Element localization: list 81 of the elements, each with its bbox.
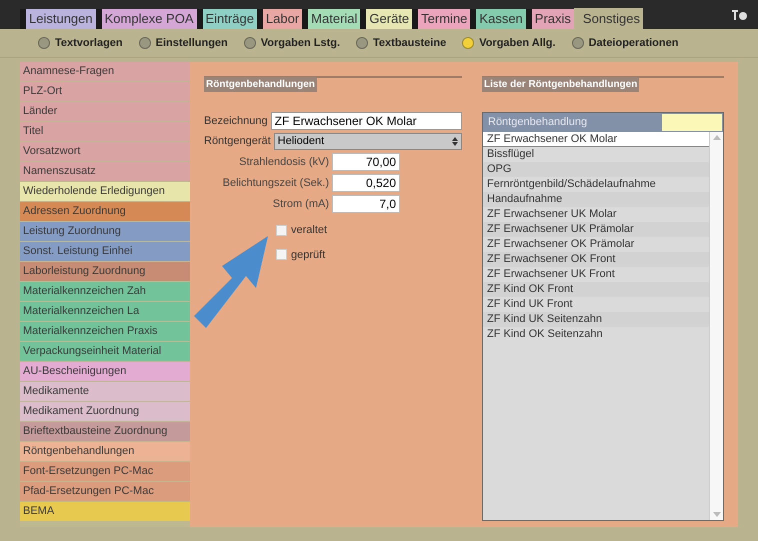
sidebar-item[interactable]: Adressen Zuordnung	[20, 202, 190, 221]
scrollbar[interactable]	[709, 132, 723, 520]
sidebar-item[interactable]: Laborleistung Zuordnung	[20, 262, 190, 281]
tab[interactable]: Labor	[256, 9, 302, 29]
radio-label[interactable]: Textbausteine	[373, 34, 446, 52]
radio-label[interactable]: Vorgaben Lstg.	[260, 34, 340, 52]
sidebar-item[interactable]: Vorsatzwort	[20, 142, 190, 161]
checkbox-label: geprüft	[291, 248, 326, 262]
list-row[interactable]: ZF Kind UK Seitenzahn	[483, 312, 709, 327]
sidebar-item[interactable]: Medikamente	[20, 382, 190, 401]
sidebar-item[interactable]: AU-Bescheinigungen	[20, 362, 190, 381]
sidebar-item[interactable]: Namenszusatz	[20, 162, 190, 181]
sidebar-item[interactable]: Sonst. Leistung Einhei	[20, 242, 190, 261]
sidebar-item[interactable]: Titel	[20, 122, 190, 141]
sidebar-item[interactable]: Brieftextbausteine Zuordnung	[20, 422, 190, 441]
tab[interactable]: Leistungen	[20, 9, 96, 29]
name-field[interactable]: ZF Erwachsener OK Molar	[270, 112, 462, 130]
radio-button[interactable]	[572, 37, 584, 49]
list-row[interactable]: ZF Erwachsener UK Prämolar	[483, 222, 709, 237]
field-label: Bezeichnung	[204, 114, 268, 129]
list-row[interactable]: ZF Kind UK Front	[483, 297, 709, 312]
radio-button[interactable]	[244, 37, 256, 49]
list-row[interactable]: ZF Kind OK Front	[483, 282, 709, 297]
field-label: Belichtungszeit (Sek.)	[222, 176, 329, 191]
tab[interactable]: Komplexe POA	[96, 9, 196, 29]
radio-label[interactable]: Einstellungen	[156, 34, 228, 52]
scroll-up-icon[interactable]	[712, 134, 720, 140]
tool-icon[interactable]	[730, 7, 748, 23]
device-dropdown[interactable]: Heliodent	[274, 133, 462, 150]
list-row[interactable]: ZF Erwachsener OK Molar	[483, 132, 709, 147]
dropdown-arrows-icon	[452, 137, 458, 146]
sidebar-item[interactable]: Verpackungseinheit Material	[20, 342, 190, 361]
sidebar-item[interactable]: Anamnese-Fragen	[20, 62, 190, 81]
sidebar-item[interactable]: Pfad-Ersetzungen PC-Mac	[20, 482, 190, 501]
list-row[interactable]: ZF Erwachsener OK Prämolar	[483, 237, 709, 252]
radio-label[interactable]: Dateioperationen	[588, 34, 678, 52]
tab[interactable]: Material	[302, 9, 360, 29]
tab[interactable]: Geräte	[360, 9, 412, 29]
sidebar-item[interactable]: Materialkennzeichen Zah	[20, 282, 190, 301]
field-label: Strahlendosis (kV)	[238, 154, 329, 170]
scroll-down-icon[interactable]	[712, 512, 720, 518]
checkbox-label: veraltet	[291, 223, 328, 238]
filter-field[interactable]	[662, 114, 722, 131]
tab[interactable]: Praxis	[526, 9, 574, 29]
sidebar-item[interactable]: Materialkennzeichen La	[20, 302, 190, 321]
checkbox[interactable]	[276, 249, 287, 260]
sidebar-item[interactable]: Medikament Zuordnung	[20, 402, 190, 421]
field-label: Röntgengerät	[204, 134, 271, 150]
sidebar-item[interactable]: Materialkennzeichen Praxis	[20, 322, 190, 341]
radio-button[interactable]	[138, 37, 151, 49]
radio-button[interactable]	[38, 37, 50, 49]
section-title: Liste der Röntgenbehandlungen	[482, 77, 640, 92]
radio-label[interactable]: Vorgaben Allg.	[479, 34, 556, 52]
list-row[interactable]: Handaufnahme	[483, 192, 709, 207]
field-label: Strom (mA)	[272, 196, 329, 212]
tab[interactable]: Einträge	[196, 9, 257, 29]
sidebar-item[interactable]: Länder	[20, 102, 190, 121]
list-row[interactable]: ZF Erwachsener UK Molar	[483, 207, 709, 222]
list-row[interactable]: ZF Kind OK Seitenzahn	[483, 327, 709, 342]
sidebar-item[interactable]: Wiederholende Erledigungen	[20, 182, 190, 201]
sidebar-item[interactable]: Leistung Zuordnung	[20, 222, 190, 241]
number-field[interactable]: 7,0	[332, 195, 400, 213]
list-row[interactable]: Bissflügel	[483, 147, 709, 162]
radio-button[interactable]	[462, 37, 474, 49]
list-row[interactable]: ZF Erwachsener UK Front	[483, 267, 709, 282]
sidebar-item[interactable]: BEMA	[20, 502, 190, 521]
list-row[interactable]: OPG	[483, 162, 709, 177]
tab[interactable]: Termine	[412, 9, 470, 29]
tab[interactable]: Kassen	[470, 9, 526, 29]
number-field[interactable]: 0,520	[332, 174, 400, 192]
sidebar-item[interactable]: Röntgenbehandlungen	[20, 442, 190, 461]
sidebar-item[interactable]: PLZ-Ort	[20, 82, 190, 101]
radio-button[interactable]	[356, 37, 368, 49]
number-field[interactable]: 70,00	[332, 153, 400, 171]
list-row[interactable]: Fernröntgenbild/Schädelaufnahme	[483, 177, 709, 192]
radio-label[interactable]: Textvorlagen	[55, 34, 123, 52]
sidebar-item[interactable]: Font-Ersetzungen PC-Mac	[20, 462, 190, 481]
list-row[interactable]: ZF Erwachsener OK Front	[483, 252, 709, 267]
checkbox[interactable]	[276, 224, 287, 236]
tab[interactable]: Sonstiges	[574, 8, 644, 30]
section-title: Röntgenbehandlungen	[204, 77, 317, 92]
